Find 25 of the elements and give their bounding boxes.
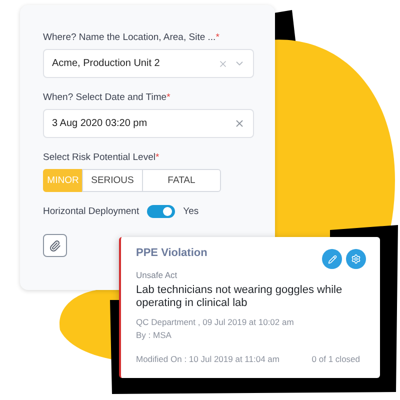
attach-button[interactable]	[43, 234, 67, 257]
field-label: Select Risk Potential Level*	[43, 152, 160, 163]
closed-count: 0 of 1 closed	[312, 354, 360, 364]
toggle-state: Yes	[183, 206, 199, 217]
card-author: By : MSA	[136, 330, 172, 340]
location-select[interactable]: Acme, Production Unit 2	[43, 49, 254, 78]
paperclip-icon	[49, 240, 61, 252]
card-title: PPE Violation	[136, 247, 208, 259]
date-time-field[interactable]: 3 Aug 2020 03:20 pm	[43, 109, 254, 138]
clear-icon[interactable]	[234, 118, 245, 129]
card-category: Unsafe Act	[136, 270, 178, 280]
toggle-label: Horizontal Deployment	[43, 206, 140, 217]
field-label: Where? Name the Location, Area, Site ...*	[43, 32, 220, 43]
settings-icon	[351, 254, 361, 264]
clear-icon[interactable]	[218, 58, 228, 68]
toggle-switch[interactable]	[147, 205, 176, 218]
card-description: Lab technicians not wearing goggles while operating in clinical lab	[136, 284, 344, 310]
risk-level-option[interactable]: SERIOUS	[82, 169, 143, 192]
card-modified: Modified On : 10 Jul 2019 at 11:04 am	[136, 354, 280, 364]
card-department-date: QC Department , 09 Jul 2019 at 10:02 am	[136, 317, 295, 327]
settings-button[interactable]	[346, 249, 366, 269]
risk-level-option[interactable]: FATAL	[142, 169, 221, 192]
field-label: When? Select Date and Time*	[43, 92, 172, 103]
pencil-icon	[328, 254, 336, 264]
edit-button[interactable]	[322, 249, 342, 269]
